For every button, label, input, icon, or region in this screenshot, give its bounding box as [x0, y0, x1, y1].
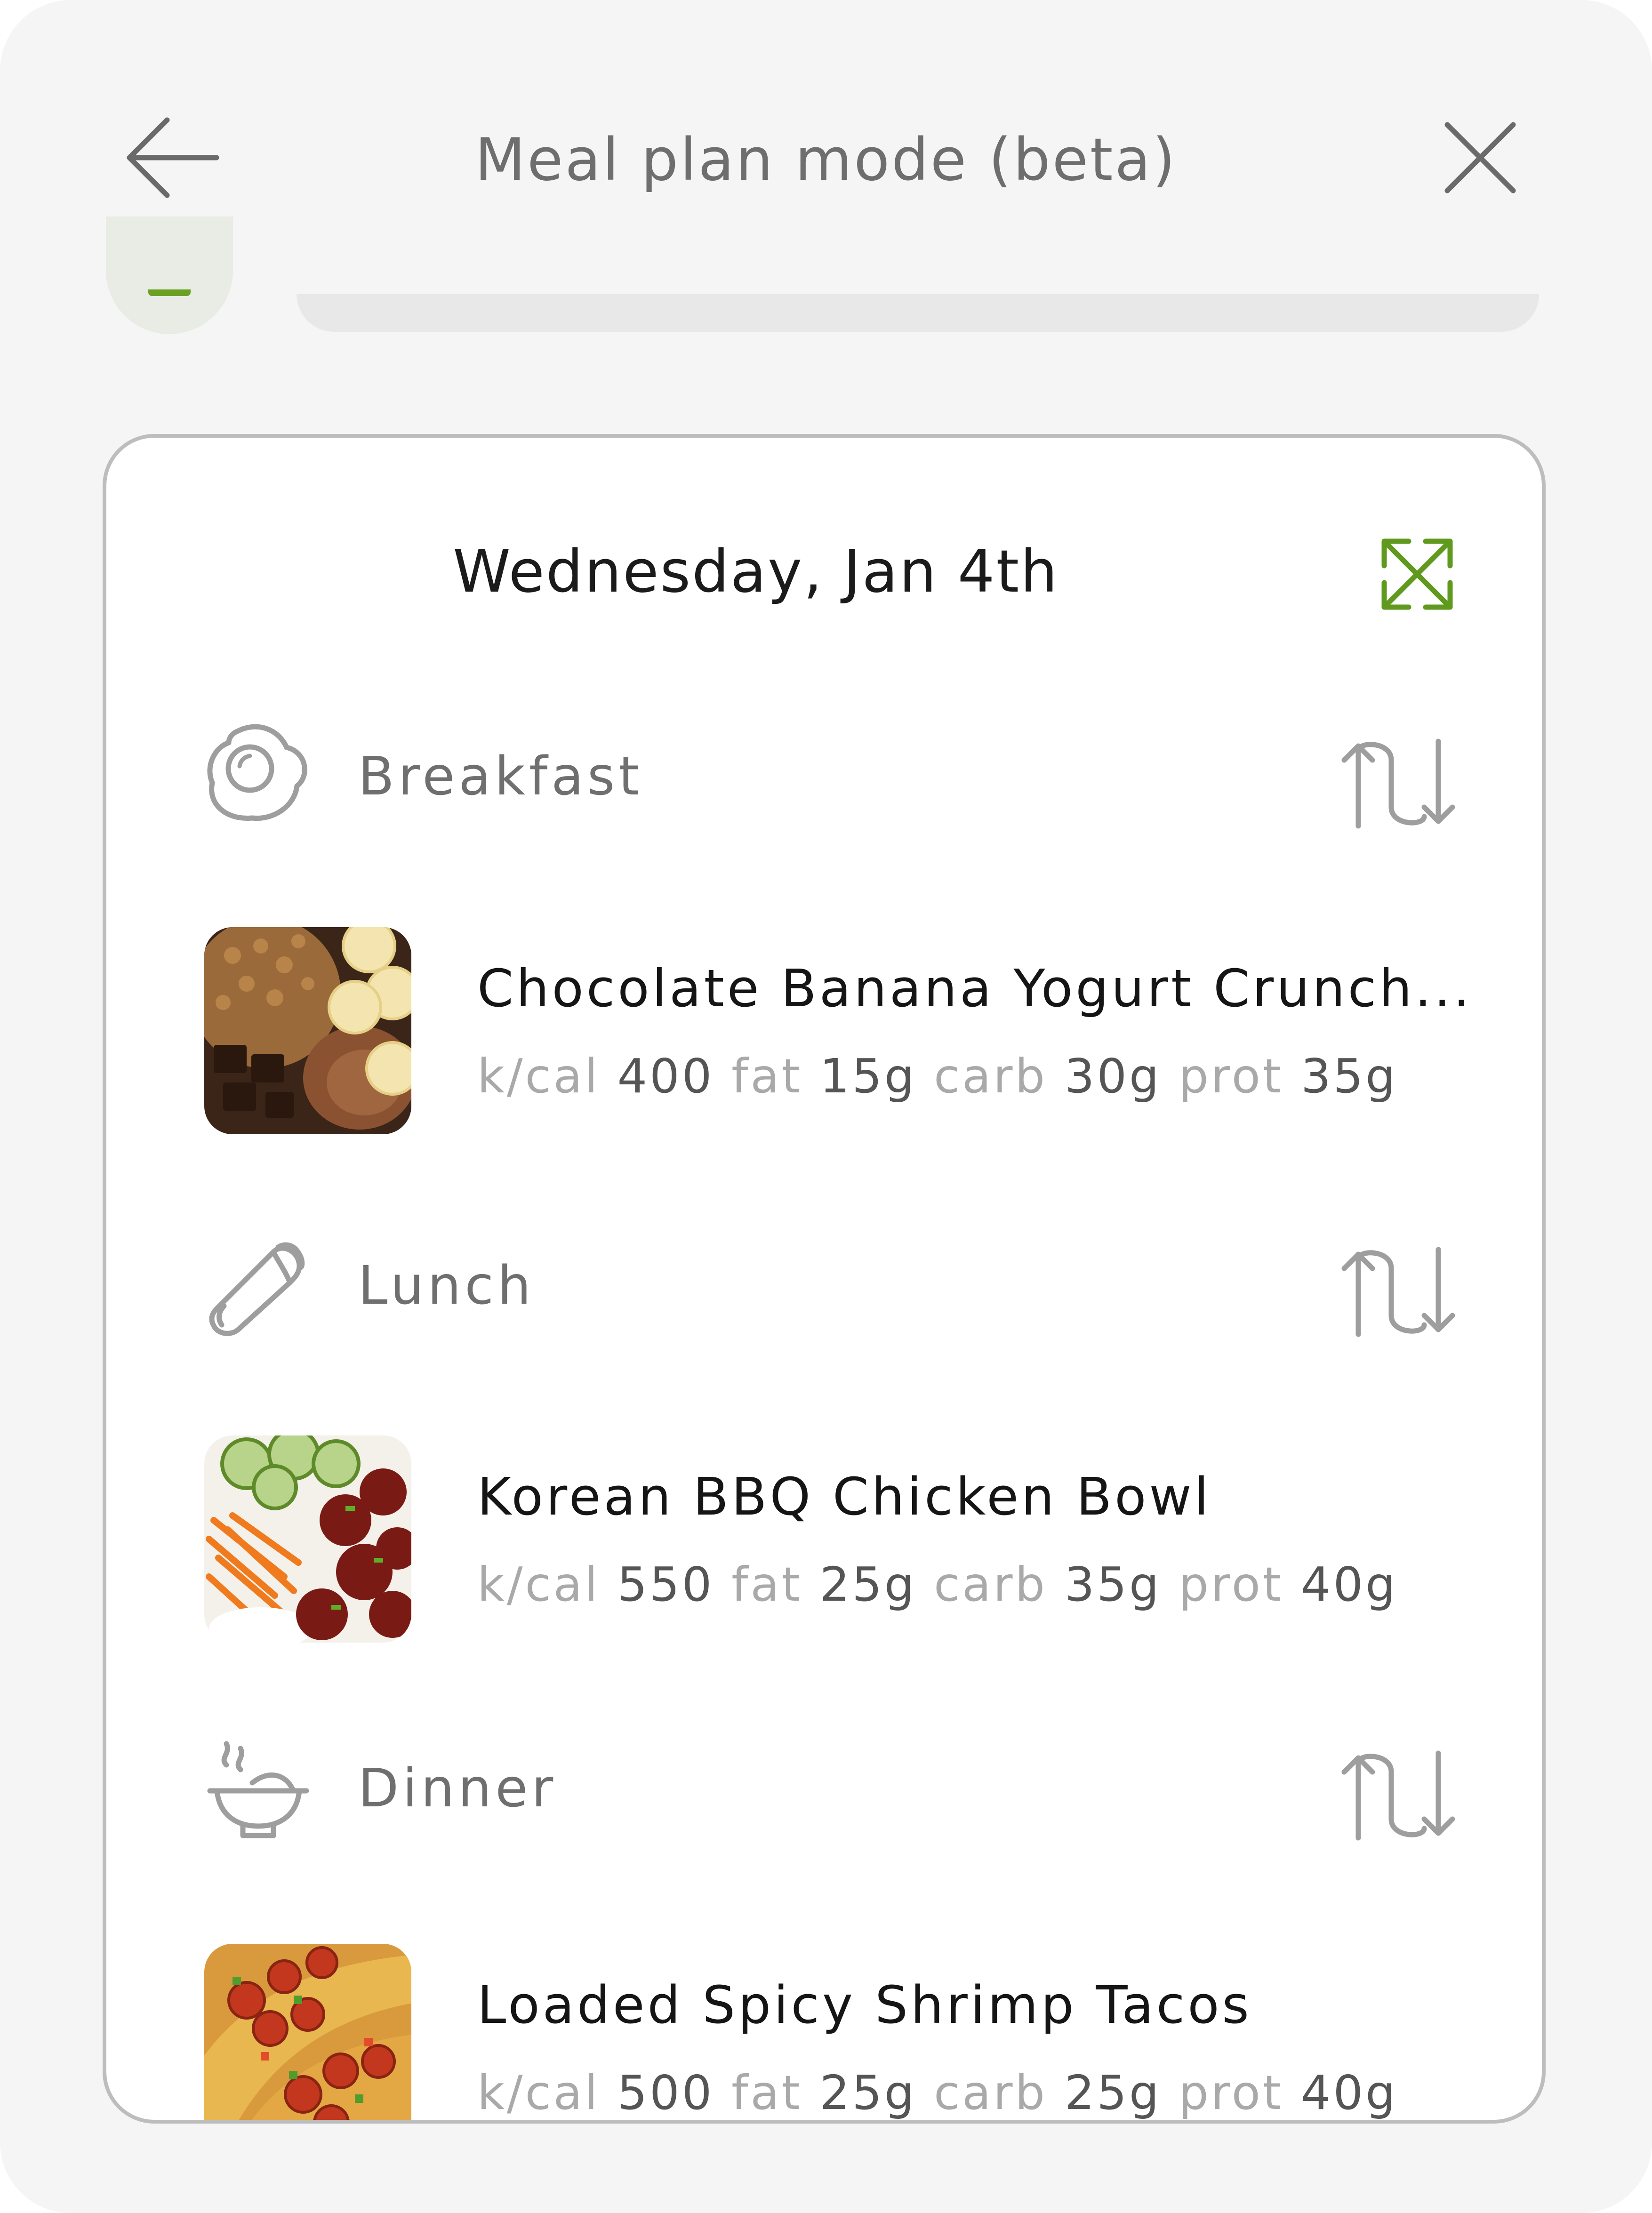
avatar: [106, 216, 233, 334]
day-plan-card: Wednesday, Jan 4th Breakfast Chocolate B…: [103, 434, 1546, 2124]
meal-label-lunch: Lunch: [358, 1255, 535, 1316]
expand-icon: [1381, 538, 1453, 610]
back-button[interactable]: [118, 108, 226, 207]
recipe-macros-breakfast: k/cal 400 fat 15g carb 30g prot 35g: [477, 1049, 1398, 1104]
swap-breakfast-button[interactable]: [1339, 732, 1457, 835]
recipe-title-lunch[interactable]: Korean BBQ Chicken Bowl: [477, 1464, 1536, 1530]
meal-plan-screen: Meal plan mode (beta) Wednesday, Jan 4th: [0, 0, 1652, 2213]
swap-icon: [1341, 1750, 1455, 1841]
header-bar: Meal plan mode (beta): [0, 0, 1652, 282]
recipe-image-lunch[interactable]: [204, 1435, 411, 1643]
close-icon: [1444, 122, 1516, 193]
progress-bar: [297, 294, 1539, 332]
swap-icon: [1341, 1247, 1455, 1337]
meal-label-dinner: Dinner: [358, 1758, 557, 1819]
recipe-image-breakfast[interactable]: [204, 927, 411, 1134]
recipe-image-dinner[interactable]: [204, 1944, 411, 2120]
fried-egg-icon: [203, 719, 311, 827]
recipe-macros-dinner: k/cal 500 fat 25g carb 25g prot 40g: [477, 2065, 1398, 2120]
arrow-left-icon: [127, 117, 219, 198]
meal-label-breakfast: Breakfast: [358, 746, 643, 807]
recipe-macros-lunch: k/cal 550 fat 25g carb 35g prot 40g: [477, 1557, 1398, 1612]
swap-dinner-button[interactable]: [1339, 1744, 1457, 1847]
swap-icon: [1341, 738, 1455, 829]
close-button[interactable]: [1438, 115, 1523, 200]
swap-lunch-button[interactable]: [1339, 1240, 1457, 1344]
page-title: Meal plan mode (beta): [475, 126, 1177, 194]
steaming-bowl-icon: [203, 1737, 311, 1845]
day-date: Wednesday, Jan 4th: [453, 538, 1059, 606]
burrito-icon: [203, 1233, 311, 1341]
expand-button[interactable]: [1379, 537, 1455, 612]
recipe-title-dinner[interactable]: Loaded Spicy Shrimp Tacos: [477, 1972, 1536, 2038]
recipe-title-breakfast[interactable]: Chocolate Banana Yogurt Crunch...: [477, 955, 1536, 1021]
